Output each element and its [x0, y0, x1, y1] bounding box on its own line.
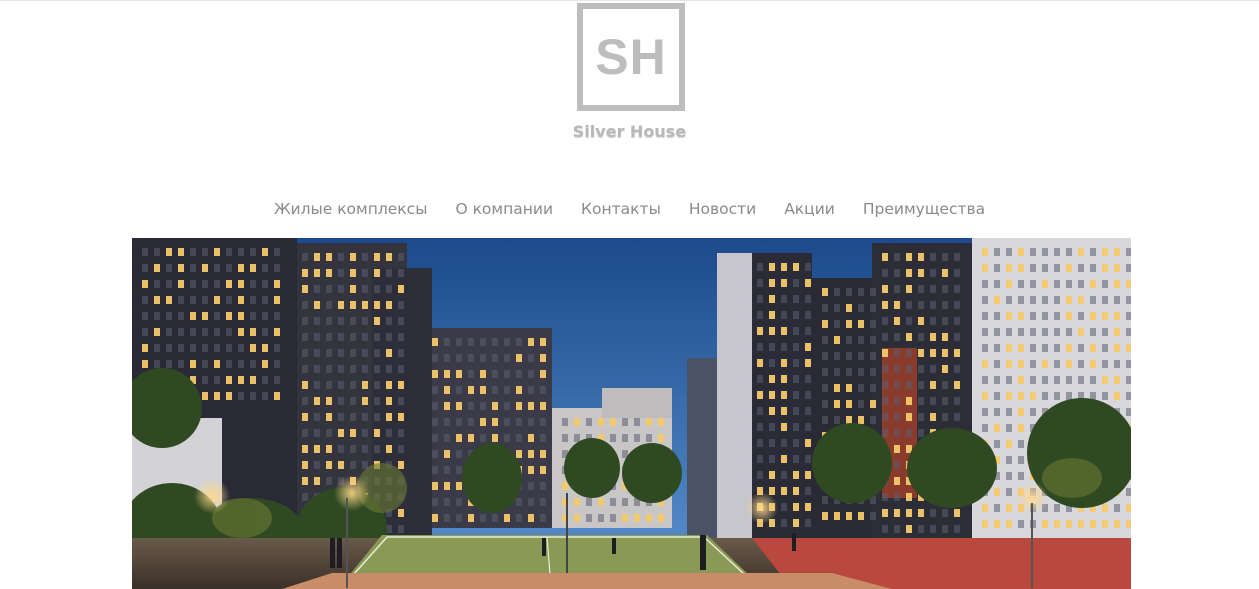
nav-item-promotions[interactable]: Акции: [784, 200, 835, 218]
nav-item-contacts[interactable]: Контакты: [581, 200, 661, 218]
nav-item-residential-complexes[interactable]: Жилые комплексы: [274, 200, 428, 218]
nav-item-advantages[interactable]: Преимущества: [863, 200, 985, 218]
brand-name: Silver House: [572, 122, 687, 141]
main-nav: Жилые комплексы О компании Контакты Ново…: [0, 200, 1259, 218]
logo[interactable]: SH: [577, 3, 685, 111]
logo-letters: SH: [595, 29, 667, 85]
nav-item-about[interactable]: О компании: [455, 200, 553, 218]
nav-item-news[interactable]: Новости: [689, 200, 756, 218]
hero-image: [132, 238, 1131, 589]
top-divider: [0, 0, 1259, 1]
